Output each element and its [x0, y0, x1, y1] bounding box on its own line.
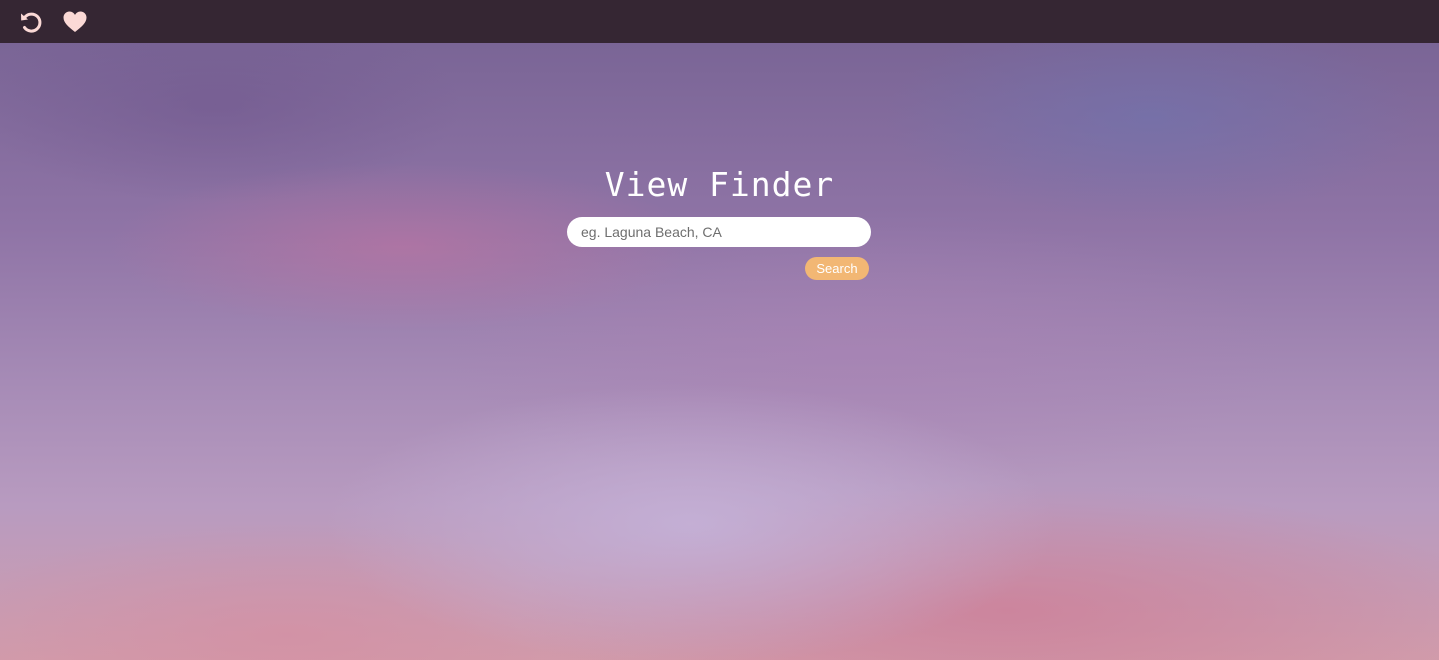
search-input[interactable]	[567, 217, 871, 247]
search-button[interactable]: Search	[805, 257, 869, 280]
refresh-icon[interactable]	[18, 9, 44, 35]
heart-icon[interactable]	[62, 9, 88, 35]
sunset-background: View Finder Search	[0, 43, 1439, 660]
page-title: View Finder	[604, 165, 835, 205]
top-navigation-bar	[0, 0, 1439, 43]
